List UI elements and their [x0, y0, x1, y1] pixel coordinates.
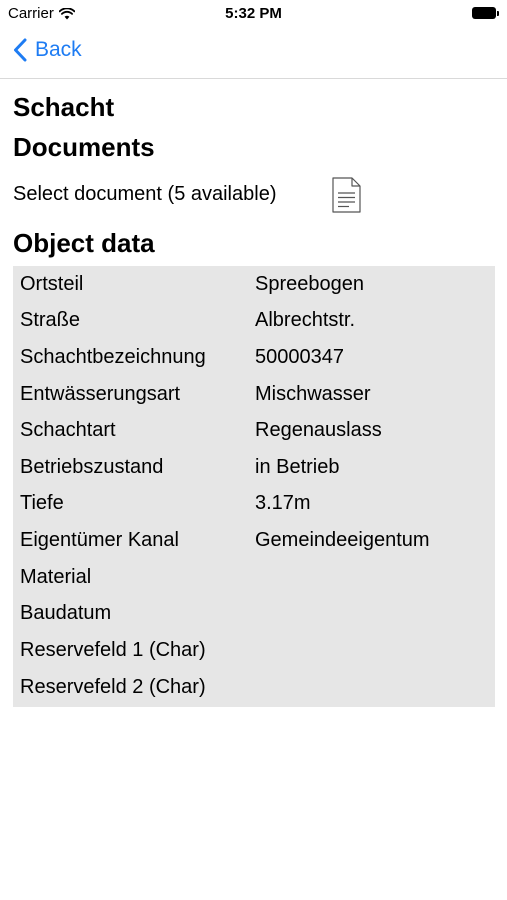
table-row: Straße Albrechtstr. [13, 303, 495, 340]
navigation-bar: Back [0, 28, 507, 79]
table-row: Betriebszustand in Betrieb [13, 449, 495, 486]
field-label: Straße [20, 309, 81, 332]
field-label: Ortsteil [20, 272, 84, 295]
field-value: 50000347 [255, 345, 344, 368]
field-value: in Betrieb [255, 455, 340, 478]
table-row: Baudatum [13, 595, 495, 632]
object-data-table: Ortsteil Spreebogen Straße Albrechtstr. Scha… [13, 266, 495, 707]
table-row: Schachtart Regenauslass [13, 412, 495, 449]
field-value: Albrechtstr. [255, 309, 356, 332]
document-icon[interactable] [332, 177, 361, 213]
field-value: Regenauslass [255, 419, 382, 442]
battery-icon [472, 7, 499, 19]
field-value: 3.17m [255, 492, 311, 515]
table-row: Schachtbezeichnung 50000347 [13, 339, 495, 376]
field-value [248, 559, 495, 596]
table-row: Eigentümer Kanal Gemeindeeigentum [13, 522, 495, 559]
object-data-heading: Object data [13, 228, 155, 258]
table-row: Ortsteil Spreebogen [13, 266, 495, 303]
chevron-left-icon [13, 38, 27, 62]
field-label: Reservefeld 2 (Char) [20, 676, 206, 699]
field-label: Baudatum [20, 602, 112, 625]
back-button[interactable]: Back [13, 38, 82, 62]
field-value [248, 632, 495, 669]
field-value [248, 595, 495, 632]
field-label: Entwässerungsart [20, 382, 181, 405]
field-label: Schachtart [20, 419, 116, 442]
field-value: Mischwasser [255, 382, 371, 405]
table-row: Material [13, 559, 495, 596]
field-label: Schachtbezeichnung [20, 345, 206, 368]
field-value [248, 669, 495, 707]
field-label: Reservefeld 1 (Char) [20, 638, 206, 661]
table-row: Reservefeld 2 (Char) [13, 669, 495, 707]
table-row: Tiefe 3.17m [13, 486, 495, 523]
clock: 5:32 PM [225, 5, 282, 22]
field-value: Spreebogen [255, 272, 364, 295]
status-bar: Carrier 5:32 PM [0, 0, 507, 28]
field-label: Eigentümer Kanal [20, 528, 179, 551]
field-value: Gemeindeeigentum [255, 528, 430, 551]
field-label: Material [20, 565, 92, 588]
field-label: Betriebszustand [20, 455, 164, 478]
table-row: Reservefeld 1 (Char) [13, 632, 495, 669]
table-row: Entwässerungsart Mischwasser [13, 376, 495, 413]
select-document-link[interactable]: Select document (5 available) [13, 183, 276, 206]
page-title: Schacht [13, 92, 115, 122]
documents-heading: Documents [13, 132, 155, 162]
back-label: Back [35, 38, 82, 61]
field-label: Tiefe [20, 492, 64, 515]
